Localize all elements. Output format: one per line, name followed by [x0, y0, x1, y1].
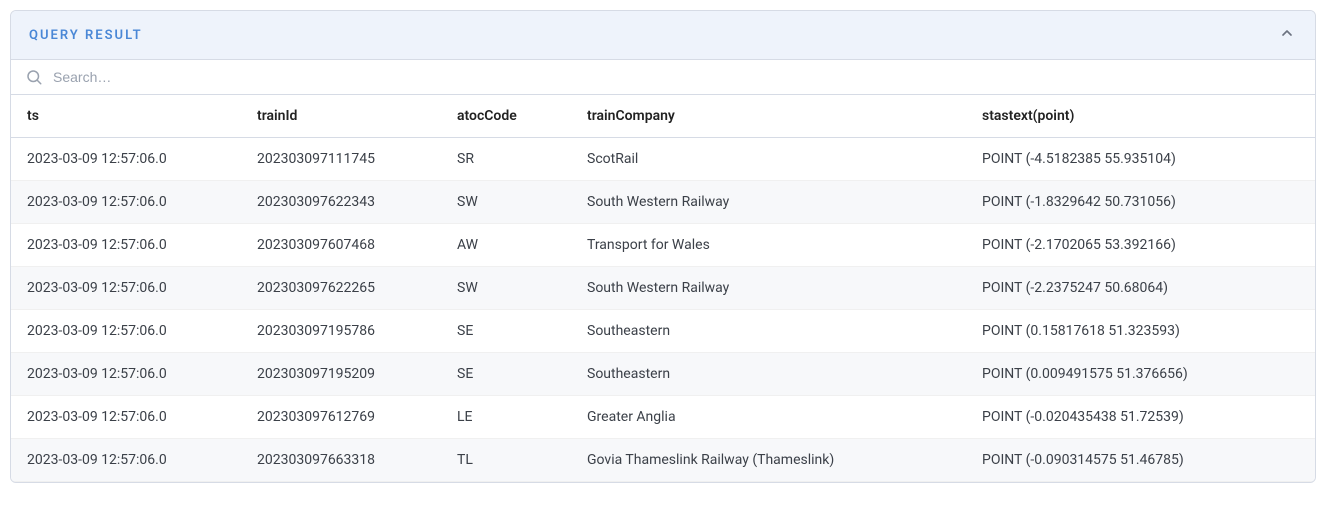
results-table: ts trainId atocCode trainCompany stastex…: [11, 95, 1315, 482]
cell-ts: 2023-03-09 12:57:06.0: [11, 181, 241, 224]
cell-point: POINT (0.009491575 51.376656): [966, 353, 1315, 396]
table-row[interactable]: 2023-03-09 12:57:06.0202303097663318TLGo…: [11, 439, 1315, 482]
table-row[interactable]: 2023-03-09 12:57:06.0202303097195209SESo…: [11, 353, 1315, 396]
cell-atoccode: SW: [441, 181, 571, 224]
query-result-panel: QUERY RESULT ts trainId atocCode trainCo…: [10, 10, 1316, 483]
cell-traincompany: South Western Railway: [571, 267, 966, 310]
cell-traincompany: Greater Anglia: [571, 396, 966, 439]
collapse-toggle[interactable]: [1277, 25, 1297, 45]
cell-traincompany: Southeastern: [571, 310, 966, 353]
chevron-up-icon: [1279, 25, 1295, 45]
cell-trainid: 202303097663318: [241, 439, 441, 482]
cell-traincompany: Southeastern: [571, 353, 966, 396]
cell-traincompany: South Western Railway: [571, 181, 966, 224]
table-row[interactable]: 2023-03-09 12:57:06.0202303097612769LEGr…: [11, 396, 1315, 439]
cell-point: POINT (0.15817618 51.323593): [966, 310, 1315, 353]
cell-atoccode: LE: [441, 396, 571, 439]
cell-atoccode: SE: [441, 353, 571, 396]
search-input[interactable]: [53, 69, 1301, 85]
table-row[interactable]: 2023-03-09 12:57:06.0202303097111745SRSc…: [11, 138, 1315, 181]
column-header-ts[interactable]: ts: [11, 95, 241, 138]
column-header-trainid[interactable]: trainId: [241, 95, 441, 138]
panel-header: QUERY RESULT: [11, 11, 1315, 60]
cell-ts: 2023-03-09 12:57:06.0: [11, 138, 241, 181]
cell-point: POINT (-0.090314575 51.46785): [966, 439, 1315, 482]
cell-ts: 2023-03-09 12:57:06.0: [11, 439, 241, 482]
cell-ts: 2023-03-09 12:57:06.0: [11, 396, 241, 439]
cell-trainid: 202303097622343: [241, 181, 441, 224]
panel-title: QUERY RESULT: [29, 28, 143, 43]
column-header-point[interactable]: stastext(point): [966, 95, 1315, 138]
cell-trainid: 202303097622265: [241, 267, 441, 310]
cell-point: POINT (-4.5182385 55.935104): [966, 138, 1315, 181]
table-row[interactable]: 2023-03-09 12:57:06.0202303097622343SWSo…: [11, 181, 1315, 224]
cell-ts: 2023-03-09 12:57:06.0: [11, 310, 241, 353]
cell-point: POINT (-2.1702065 53.392166): [966, 224, 1315, 267]
table-row[interactable]: 2023-03-09 12:57:06.0202303097607468AWTr…: [11, 224, 1315, 267]
cell-trainid: 202303097607468: [241, 224, 441, 267]
cell-trainid: 202303097195786: [241, 310, 441, 353]
cell-atoccode: SE: [441, 310, 571, 353]
cell-point: POINT (-0.020435438 51.72539): [966, 396, 1315, 439]
cell-point: POINT (-2.2375247 50.68064): [966, 267, 1315, 310]
cell-trainid: 202303097195209: [241, 353, 441, 396]
table-header-row: ts trainId atocCode trainCompany stastex…: [11, 95, 1315, 138]
results-table-wrap[interactable]: ts trainId atocCode trainCompany stastex…: [11, 95, 1315, 482]
cell-ts: 2023-03-09 12:57:06.0: [11, 353, 241, 396]
cell-atoccode: SW: [441, 267, 571, 310]
cell-trainid: 202303097111745: [241, 138, 441, 181]
cell-atoccode: AW: [441, 224, 571, 267]
table-row[interactable]: 2023-03-09 12:57:06.0202303097622265SWSo…: [11, 267, 1315, 310]
search-bar: [11, 60, 1315, 95]
cell-ts: 2023-03-09 12:57:06.0: [11, 267, 241, 310]
cell-trainid: 202303097612769: [241, 396, 441, 439]
cell-ts: 2023-03-09 12:57:06.0: [11, 224, 241, 267]
cell-traincompany: Transport for Wales: [571, 224, 966, 267]
table-row[interactable]: 2023-03-09 12:57:06.0202303097195786SESo…: [11, 310, 1315, 353]
cell-traincompany: ScotRail: [571, 138, 966, 181]
search-icon: [25, 68, 43, 86]
cell-atoccode: TL: [441, 439, 571, 482]
table-body: 2023-03-09 12:57:06.0202303097111745SRSc…: [11, 138, 1315, 482]
cell-atoccode: SR: [441, 138, 571, 181]
column-header-traincompany[interactable]: trainCompany: [571, 95, 966, 138]
cell-point: POINT (-1.8329642 50.731056): [966, 181, 1315, 224]
column-header-atoccode[interactable]: atocCode: [441, 95, 571, 138]
cell-traincompany: Govia Thameslink Railway (Thameslink): [571, 439, 966, 482]
